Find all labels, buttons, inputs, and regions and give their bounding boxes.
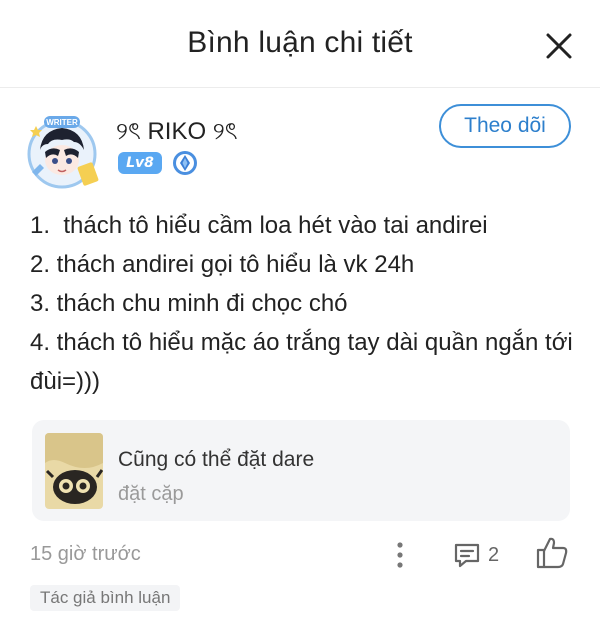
comment-line: 3. thách chu minh đi chọc chó <box>30 290 348 317</box>
reply-card[interactable]: Cũng có thể đặt dare đặt cặp <box>32 420 570 521</box>
comment-count: 2 <box>488 543 500 566</box>
avatar[interactable]: WRITER <box>22 112 102 192</box>
header: Bình luận chi tiết <box>0 0 600 88</box>
page-title: Bình luận chi tiết <box>187 26 413 59</box>
comment-body: 1. thách tô hiểu cầm loa hét vào tai and… <box>30 206 575 401</box>
comment-line: 1. thách tô hiểu cầm loa hét vào tai and… <box>30 212 488 239</box>
username[interactable]: ୨ৎ RIKO ୨ৎ <box>116 113 238 153</box>
timestamp: 15 giờ trước <box>30 543 141 565</box>
reply-text: Cũng có thể đặt dare <box>118 448 315 471</box>
close-icon[interactable] <box>544 31 574 61</box>
more-vertical-icon[interactable] <box>388 538 412 572</box>
author-tag: Tác giả bình luận <box>30 585 181 611</box>
follow-button[interactable]: Theo dõi <box>439 104 571 148</box>
comment-line: 2. thách andirei gọi tô hiểu là vk 24h <box>30 251 415 278</box>
comment-icon <box>454 543 480 568</box>
reply-subtitle: đặt cặp <box>118 483 184 505</box>
comment-line: 4. thách tô hiểu mặc áo trắng tay dài qu… <box>30 329 580 395</box>
thumbs-up-icon[interactable] <box>535 535 569 571</box>
user-badges: Lv8 <box>118 150 198 176</box>
comment-button[interactable]: 2 <box>452 538 499 572</box>
avatar-frame-text: WRITER <box>46 118 78 127</box>
reply-avatar <box>45 433 103 509</box>
level-badge: Lv8 <box>118 152 162 174</box>
rank-diamond-icon <box>173 151 197 175</box>
